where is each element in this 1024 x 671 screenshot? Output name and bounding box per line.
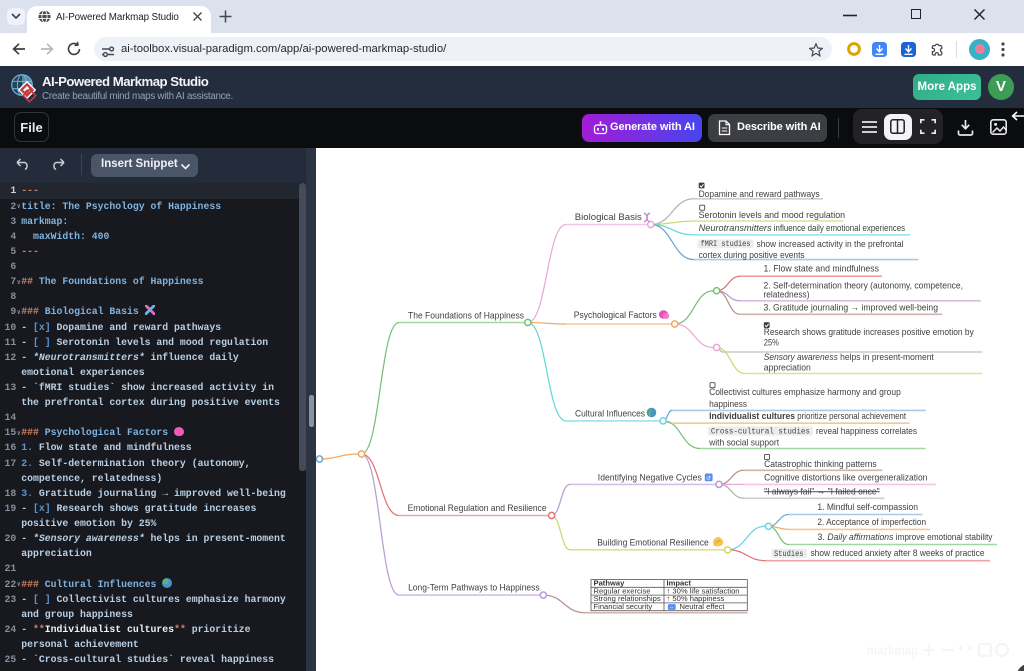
svg-text:with social support: with social support (708, 438, 779, 448)
svg-text:Emotional Regulation and Resil: Emotional Regulation and Resilience (408, 503, 547, 513)
svg-text:Building Emotional Resilience: Building Emotional Resilience (597, 537, 709, 547)
svg-text:Identifying Negative Cycles: Identifying Negative Cycles (598, 472, 702, 482)
svg-text:3. Daily affirmations improve: 3. Daily affirmations improve emotional … (817, 532, 992, 542)
svg-text:Sensory awareness helps in pre: Sensory awareness helps in present-momen… (764, 352, 934, 362)
svg-text:Cross-cultural studies: Cross-cultural studies (711, 426, 810, 436)
svg-text:Individualist cultures priorit: Individualist cultures prioritize person… (709, 411, 906, 421)
svg-text:show increased activity in the: show increased activity in the prefronta… (757, 239, 904, 249)
svg-text:↔: ↔ (669, 605, 675, 611)
svg-text:The Foundations of Happiness: The Foundations of Happiness (408, 311, 524, 321)
svg-text:happiness: happiness (709, 399, 747, 409)
svg-text:Catastrophic thinking patterns: Catastrophic thinking patterns (764, 459, 877, 469)
svg-text:Cultural Influences: Cultural Influences (575, 409, 645, 419)
svg-text:Biological Basis: Biological Basis (575, 212, 642, 222)
svg-text:fMRI studies: fMRI studies (701, 239, 751, 249)
svg-text:show reduced anxiety after 8 w: show reduced anxiety after 8 weeks of pr… (811, 548, 985, 558)
svg-text:Neurotransmitters influence da: Neurotransmitters influence daily emotio… (699, 223, 906, 233)
svg-text:Collectivist cultures emphasiz: Collectivist cultures emphasize harmony … (709, 387, 901, 397)
svg-text:25%: 25% (764, 337, 779, 347)
svg-text:Serotonin levels and mood regu: Serotonin levels and mood regulation (699, 210, 846, 220)
svg-text:↺: ↺ (706, 475, 711, 482)
svg-text:Financial security: Financial security (594, 602, 653, 611)
svg-text:Neutral effect: Neutral effect (680, 602, 726, 611)
svg-text:Research shows gratitude incre: Research shows gratitude increases posit… (764, 327, 974, 337)
svg-text:reveal happiness correlates: reveal happiness correlates (816, 426, 917, 436)
svg-text:appreciation: appreciation (764, 363, 811, 373)
svg-text:Cognitive distortions like ove: Cognitive distortions like overgeneraliz… (764, 472, 927, 482)
svg-text:Long-Term Pathways to Happines: Long-Term Pathways to Happiness (408, 583, 540, 593)
svg-text:1. Flow state and mindfulness: 1. Flow state and mindfulness (764, 264, 880, 274)
svg-text:3. Gratitude journaling → impr: 3. Gratitude journaling → improved well-… (764, 302, 939, 312)
svg-text:1. Mindful self-compassion: 1. Mindful self-compassion (817, 502, 918, 512)
svg-text:relatedness): relatedness) (764, 290, 810, 300)
svg-text:Psychological Factors: Psychological Factors (574, 310, 657, 320)
svg-text:markmap: markmap (867, 642, 918, 658)
svg-text:Studies: Studies (774, 549, 804, 559)
svg-text:2. Acceptance of imperfection: 2. Acceptance of imperfection (817, 517, 926, 527)
svg-text:"I always fail" → "I failed on: "I always fail" → "I failed once" (764, 486, 880, 496)
svg-text:Dopamine and reward pathways: Dopamine and reward pathways (699, 189, 820, 199)
svg-text:cortex during positive events: cortex during positive events (699, 250, 805, 260)
